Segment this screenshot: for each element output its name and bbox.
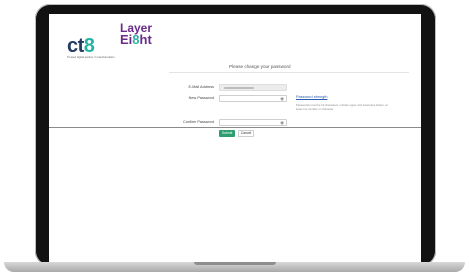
- form-title-divider: [169, 72, 409, 73]
- layer-eight-logo-suffix: ht: [139, 32, 152, 47]
- password-strength-link[interactable]: Password strength: [296, 95, 327, 99]
- password-help-text: Passwords must be 10 characters, include…: [296, 103, 388, 111]
- form-title: Please change your password: [229, 64, 291, 69]
- laptop-base-notch: [194, 262, 276, 265]
- show-confirm-password-eye-icon[interactable]: ◉: [280, 120, 284, 126]
- cts-logo: ct8 Trusted digital partner in transform…: [67, 35, 115, 59]
- layer-eight-logo-prefix: Ei: [120, 32, 133, 47]
- page-divider: [49, 127, 421, 128]
- email-field: [219, 84, 287, 91]
- layer-eight-logo: Layer Ei8ht: [120, 22, 152, 47]
- confirm-password-input[interactable]: ◉: [219, 119, 287, 126]
- laptop-frame: ct8 Trusted digital partner in transform…: [0, 0, 469, 272]
- email-label: E-Mail Address: [188, 85, 214, 89]
- submit-button[interactable]: Submit: [219, 130, 235, 137]
- email-value-redacted: [224, 87, 254, 89]
- cts-logo-prefix: ct: [67, 35, 84, 57]
- cancel-button[interactable]: Cancel: [238, 130, 254, 137]
- laptop-screen: ct8 Trusted digital partner in transform…: [49, 14, 421, 262]
- layer-eight-logo-accent: 8: [132, 32, 140, 47]
- cts-logo-accent: 8: [83, 35, 95, 57]
- new-password-label: New Password: [188, 96, 214, 100]
- show-password-eye-icon[interactable]: ◉: [280, 96, 284, 102]
- cts-logo-word: ct8: [67, 35, 115, 57]
- confirm-password-label: Confirm Password: [182, 120, 214, 124]
- cts-logo-tagline: Trusted digital partner in transformatio…: [67, 56, 115, 59]
- new-password-input[interactable]: ◉: [219, 95, 287, 102]
- layer-eight-logo-line2: Ei8ht: [120, 32, 152, 47]
